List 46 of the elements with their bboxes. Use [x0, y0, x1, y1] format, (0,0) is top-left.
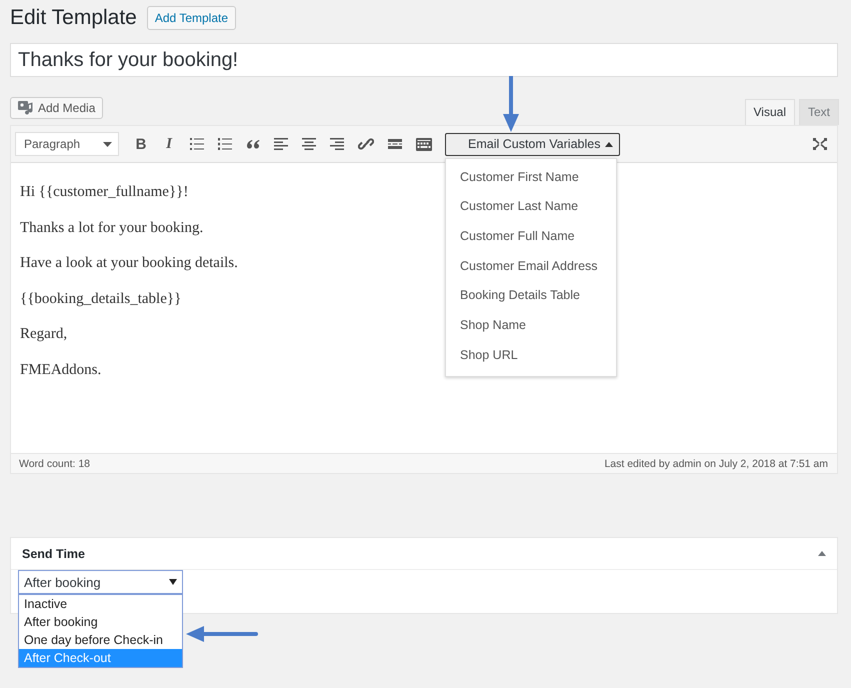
page-title: Edit Template	[10, 6, 137, 30]
menu-item[interactable]: Customer Email Address	[446, 252, 616, 282]
pointer-arrow	[503, 76, 519, 132]
caret-icon	[169, 579, 177, 585]
email-variables-button[interactable]: Email Custom Variables	[445, 132, 620, 156]
keyboard-icon[interactable]	[416, 138, 432, 150]
menu-item[interactable]: Customer Last Name	[446, 192, 616, 222]
menu-item[interactable]: Booking Details Table	[446, 281, 616, 311]
body-paragraph: Have a look at your booking details.	[20, 255, 238, 272]
body-paragraph: Regard,	[20, 326, 68, 342]
align-left-icon[interactable]	[274, 138, 288, 150]
select-option[interactable]: After booking	[19, 613, 182, 631]
collapse-icon[interactable]	[818, 551, 826, 556]
body-paragraph: Thanks a lot for your booking.	[20, 220, 204, 236]
menu-item[interactable]: Shop Name	[446, 310, 616, 341]
word-count: Word count: 18	[19, 458, 90, 470]
body-paragraph: FMEAddons.	[20, 362, 102, 378]
add-media-button[interactable]: Add Media	[10, 97, 104, 119]
caret-icon	[605, 142, 614, 146]
add-template-button[interactable]: Add Template	[146, 6, 236, 30]
menu-item[interactable]: Customer First Name	[446, 162, 616, 192]
menu-item[interactable]: Customer Full Name	[446, 222, 616, 252]
select-option[interactable]: One day before Check-in	[19, 631, 182, 649]
italic-button[interactable]: I	[155, 136, 183, 152]
media-icon	[18, 101, 34, 115]
editor-tab[interactable]: Visual	[744, 99, 795, 125]
fullscreen-icon[interactable]	[813, 138, 827, 150]
body-paragraph: {{booking_details_table}}	[20, 290, 182, 307]
menu-item[interactable]: Shop URL	[446, 340, 616, 370]
bulleted-list-icon[interactable]	[190, 138, 204, 150]
last-edited: Last edited by admin on July 2, 2018 at 7:51 am	[604, 458, 828, 470]
send-time-select[interactable]: After booking	[18, 570, 183, 594]
read-more-icon[interactable]	[388, 139, 402, 149]
select-option[interactable]: Inactive	[19, 595, 182, 613]
panel-title: Send Time	[22, 546, 85, 560]
bold-button[interactable]: B	[127, 136, 155, 152]
align-center-icon[interactable]	[302, 138, 316, 150]
quote-icon[interactable]	[246, 139, 260, 149]
body-paragraph: Hi {{customer_fullname}}!	[20, 184, 188, 200]
align-right-icon[interactable]	[330, 138, 344, 150]
format-select[interactable]: Paragraph	[15, 132, 119, 156]
title-field[interactable]: Thanks for your booking!	[10, 43, 838, 77]
caret-icon	[103, 142, 112, 146]
pointer-arrow	[186, 626, 258, 642]
link-icon[interactable]	[358, 136, 374, 152]
numbered-list-icon[interactable]	[218, 138, 232, 150]
